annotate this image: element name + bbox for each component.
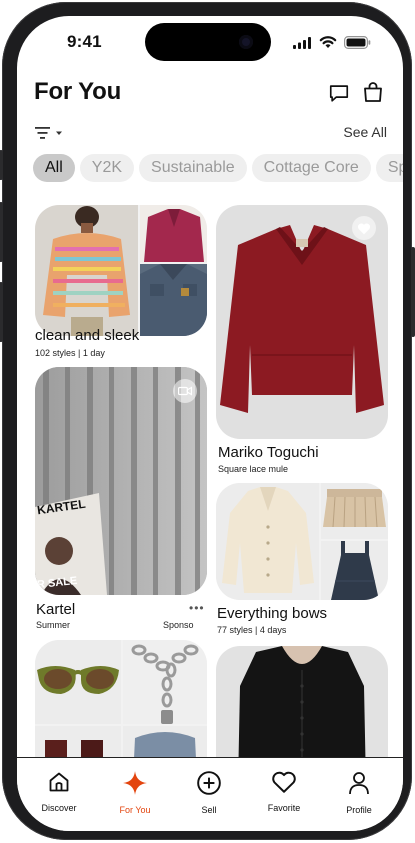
product-card-mariko-toguchi[interactable] bbox=[216, 205, 388, 439]
favorite-button[interactable] bbox=[352, 216, 376, 240]
camera-icon bbox=[239, 35, 253, 49]
video-card-kartel[interactable]: KARTEL R SALE bbox=[35, 367, 207, 595]
sponsored-label: Sponso bbox=[163, 620, 194, 630]
chip-sp[interactable]: Sp bbox=[375, 154, 403, 182]
navy-dress-photo bbox=[321, 541, 388, 600]
tab-label: For You bbox=[119, 805, 151, 815]
battery-icon bbox=[344, 36, 371, 49]
beige-skirt-photo bbox=[321, 483, 388, 539]
app-screen: 9:41 For You See All All Y2K Sustainable… bbox=[17, 16, 403, 831]
tab-label: Favorite bbox=[267, 803, 301, 813]
volume-up-button bbox=[0, 202, 3, 262]
filter-icon[interactable] bbox=[35, 126, 65, 140]
tab-favorite[interactable]: Favorite bbox=[249, 770, 319, 813]
collage-card-everything-bows[interactable] bbox=[216, 483, 388, 600]
sweater-photo bbox=[35, 205, 138, 336]
sunglasses-photo bbox=[35, 640, 121, 724]
card-title[interactable]: Mariko Toguchi bbox=[218, 444, 319, 461]
wifi-icon bbox=[319, 36, 337, 48]
card-meta: 77 styles | 4 days bbox=[217, 625, 287, 635]
chip-sustainable[interactable]: Sustainable bbox=[139, 154, 247, 182]
home-icon bbox=[49, 772, 69, 792]
status-bar: 9:41 bbox=[17, 16, 403, 66]
shopping-bag-icon[interactable] bbox=[361, 80, 385, 104]
tab-label: Discover bbox=[41, 803, 77, 813]
status-time: 9:41 bbox=[67, 32, 102, 51]
cream-blouse-photo bbox=[216, 483, 319, 600]
category-chips: All Y2K Sustainable Cottage Core Sp bbox=[33, 154, 403, 182]
chat-icon[interactable] bbox=[328, 82, 350, 104]
collage-card-clean-and-sleek[interactable] bbox=[35, 205, 207, 336]
heart-icon bbox=[357, 222, 371, 234]
plus-circle-icon bbox=[197, 771, 221, 795]
card-title[interactable]: Everything bows bbox=[217, 605, 327, 622]
tab-bar: Discover For You Sell Favorite Profile bbox=[17, 757, 403, 831]
power-button bbox=[411, 247, 415, 337]
card-meta: Square lace mule bbox=[218, 464, 289, 474]
tab-label: Profile bbox=[346, 805, 372, 815]
sparkle-icon bbox=[123, 771, 147, 795]
volume-down-button bbox=[0, 282, 3, 342]
profile-icon bbox=[349, 772, 369, 795]
tab-sell[interactable]: Sell bbox=[174, 770, 244, 815]
red-sweater-photo bbox=[220, 225, 384, 413]
card-title[interactable]: Kartel bbox=[36, 601, 75, 618]
chip-y2k[interactable]: Y2K bbox=[79, 154, 135, 182]
magenta-top-photo bbox=[140, 205, 207, 262]
denim-jacket-photo bbox=[140, 264, 207, 336]
phone-frame: 9:41 For You See All All Y2K Sustainable… bbox=[0, 2, 415, 840]
tab-label: Sell bbox=[201, 805, 217, 815]
tab-discover[interactable]: Discover bbox=[24, 770, 94, 813]
signal-icon bbox=[293, 37, 311, 49]
card-meta: 102 styles | 1 day bbox=[35, 348, 105, 358]
dynamic-island bbox=[145, 23, 271, 61]
page-title: For You bbox=[34, 78, 122, 105]
video-indicator bbox=[173, 379, 197, 403]
see-all-link[interactable]: See All bbox=[343, 124, 387, 140]
tab-profile[interactable]: Profile bbox=[324, 770, 394, 815]
tab-for-you[interactable]: For You bbox=[100, 770, 170, 815]
action-button bbox=[0, 150, 3, 180]
card-title[interactable]: clean and sleek bbox=[35, 327, 139, 344]
chain-necklace-photo bbox=[123, 640, 207, 724]
chip-cottage-core[interactable]: Cottage Core bbox=[251, 154, 371, 182]
card-meta: Summer bbox=[36, 620, 71, 630]
more-options-icon[interactable]: ••• bbox=[189, 601, 205, 615]
heart-icon bbox=[272, 771, 296, 793]
chip-all[interactable]: All bbox=[33, 154, 75, 182]
video-camera-icon bbox=[178, 386, 192, 396]
